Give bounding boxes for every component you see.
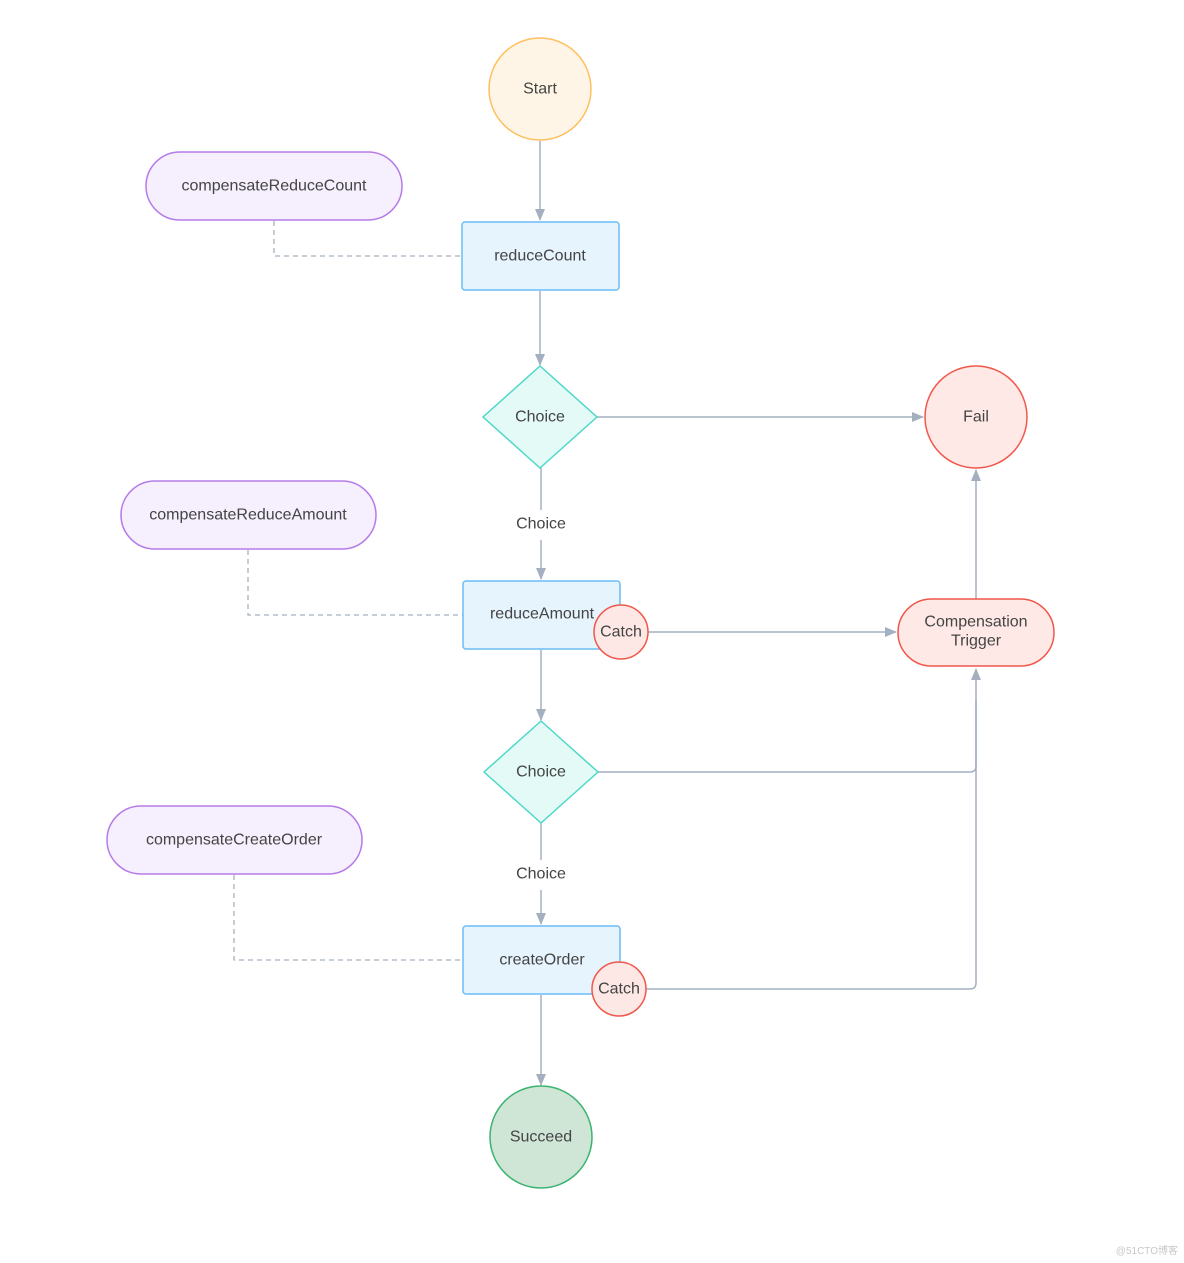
reduce-amount-label: reduceAmount bbox=[490, 606, 595, 623]
choice2-label: Choice bbox=[516, 764, 566, 781]
compensate-reduce-amount-node[interactable]: compensateReduceAmount bbox=[120, 480, 377, 550]
compensate-reduce-count-label: compensateReduceCount bbox=[181, 178, 367, 195]
compensate-reduce-amount-label: compensateReduceAmount bbox=[149, 507, 347, 524]
catch1-node[interactable]: Catch bbox=[593, 604, 649, 660]
fail-label: Fail bbox=[963, 409, 989, 426]
fail-node[interactable]: Fail bbox=[924, 365, 1028, 469]
catch2-node[interactable]: Catch bbox=[591, 961, 647, 1017]
compensation-link-reduceamount bbox=[247, 550, 463, 616]
reduce-count-node[interactable]: reduceCount bbox=[461, 221, 620, 291]
catch2-label: Catch bbox=[598, 981, 640, 998]
start-node[interactable]: Start bbox=[488, 37, 592, 141]
compensation-trigger-node[interactable]: Compensation Trigger bbox=[897, 598, 1055, 667]
succeed-label: Succeed bbox=[510, 1129, 572, 1146]
compensation-trigger-label-2: Trigger bbox=[951, 633, 1002, 650]
compensate-create-order-node[interactable]: compensateCreateOrder bbox=[106, 805, 363, 875]
choice2-node[interactable]: Choice bbox=[482, 719, 600, 825]
compensation-trigger-label-1: Compensation bbox=[924, 614, 1027, 631]
watermark: @51CTO博客 bbox=[1115, 1246, 1178, 1257]
choice1-label: Choice bbox=[515, 409, 565, 426]
edge-choice2-trigger bbox=[598, 668, 981, 773]
state-machine-diagram: Choice Choice Start reduceCount Choice F… bbox=[106, 37, 1055, 1189]
edge-catch2-trigger bbox=[646, 700, 977, 990]
edge-label-choice1: Choice bbox=[516, 516, 566, 533]
choice1-node[interactable]: Choice bbox=[481, 364, 599, 470]
edge-label-choice2: Choice bbox=[516, 866, 566, 883]
create-order-label: createOrder bbox=[499, 952, 585, 969]
start-label: Start bbox=[523, 81, 557, 98]
compensation-link-reducecount bbox=[273, 221, 462, 257]
compensate-create-order-label: compensateCreateOrder bbox=[146, 832, 323, 849]
succeed-node[interactable]: Succeed bbox=[489, 1085, 593, 1189]
reduce-count-label: reduceCount bbox=[494, 248, 586, 265]
catch1-label: Catch bbox=[600, 624, 642, 641]
compensation-link-createorder bbox=[233, 875, 463, 961]
compensate-reduce-count-node[interactable]: compensateReduceCount bbox=[145, 151, 403, 221]
